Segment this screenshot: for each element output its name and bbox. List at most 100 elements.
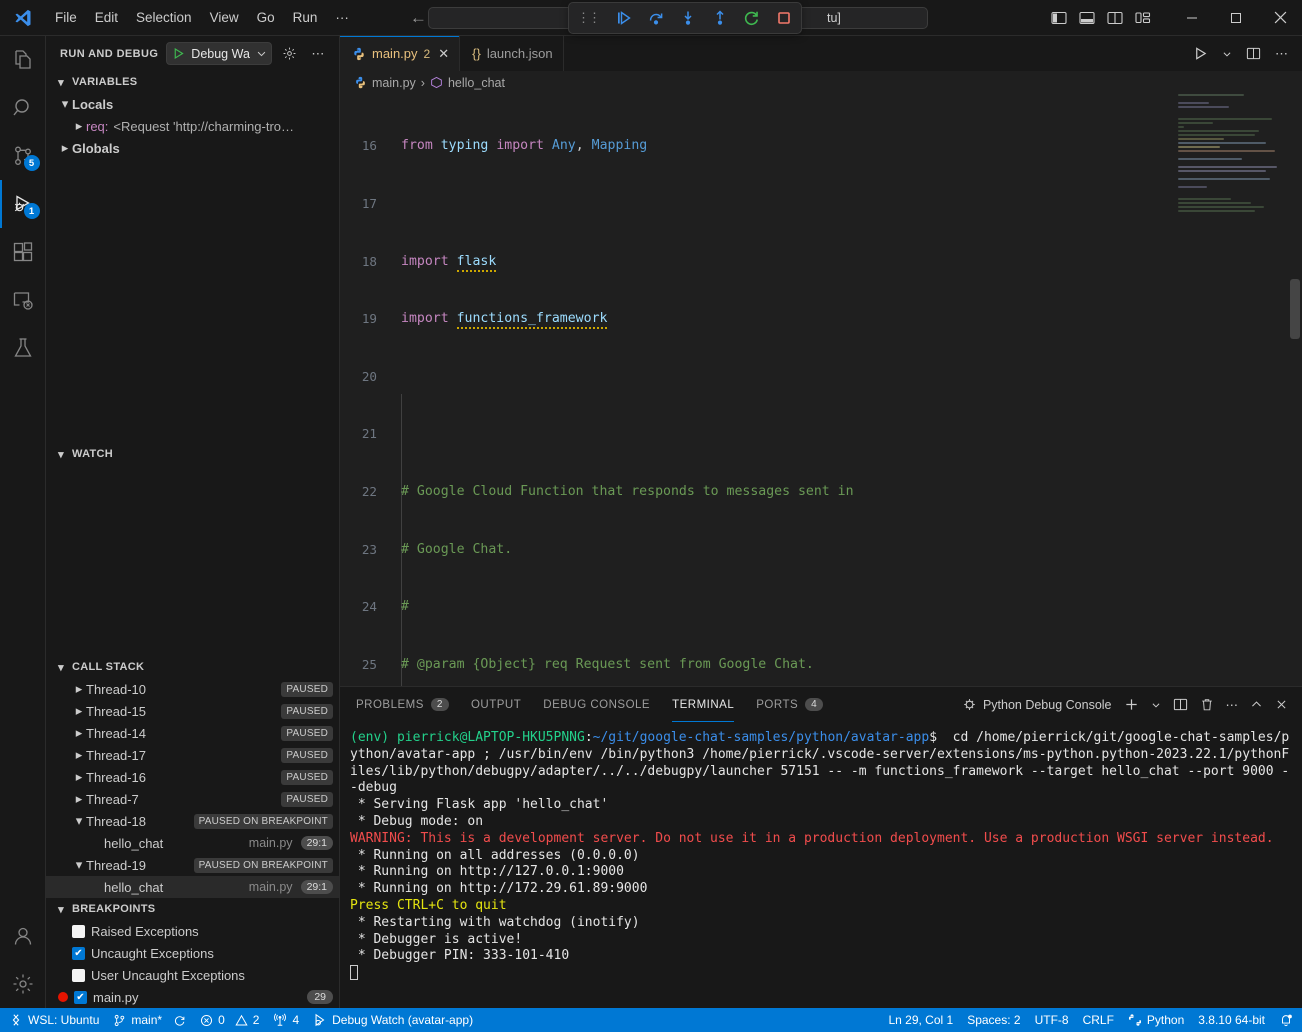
drag-handle-icon[interactable]: ⋮⋮ xyxy=(577,10,599,26)
step-over-button[interactable] xyxy=(646,9,665,28)
callstack-thread[interactable]: ▾ Thread-18 PAUSED ON BREAKPOINT xyxy=(46,810,339,832)
breakpoint-user-uncaught-exceptions[interactable]: User Uncaught Exceptions xyxy=(46,964,339,986)
status-problems[interactable]: 0 2 xyxy=(193,1008,266,1032)
minimize-button[interactable] xyxy=(1170,0,1214,35)
new-terminal-icon[interactable] xyxy=(1124,697,1139,712)
activity-extensions[interactable] xyxy=(0,228,46,276)
step-out-button[interactable] xyxy=(710,9,729,28)
open-launch-json-icon[interactable] xyxy=(280,44,300,64)
status-remote-indicator[interactable]: WSL: Ubuntu xyxy=(2,1008,106,1032)
status-cursor-position[interactable]: Ln 29, Col 1 xyxy=(881,1008,960,1032)
tab-ports[interactable]: PORTS 4 xyxy=(756,687,823,722)
tab-launch-json[interactable]: {} launch.json xyxy=(460,36,563,71)
callstack-thread[interactable]: ▸ Thread-16 PAUSED xyxy=(46,766,339,788)
checkbox-checked-icon[interactable]: ✔ xyxy=(74,991,87,1004)
customize-layout-icon[interactable] xyxy=(1135,10,1152,26)
panel-more-actions-icon[interactable]: ⋯ xyxy=(1226,697,1239,712)
run-python-file-icon[interactable] xyxy=(1193,46,1208,61)
breadcrumb-symbol[interactable]: hello_chat xyxy=(448,76,505,90)
activity-remote-explorer[interactable] xyxy=(0,276,46,324)
debug-configuration-dropdown[interactable]: Debug Wa xyxy=(166,42,272,65)
section-callstack-header[interactable]: ▾ CALL STACK xyxy=(46,656,339,678)
menu-go[interactable]: Go xyxy=(248,6,284,29)
activity-source-control[interactable]: 5 xyxy=(0,132,46,180)
callstack-thread[interactable]: ▸ Thread-14 PAUSED xyxy=(46,722,339,744)
active-terminal-name[interactable]: Python Debug Console xyxy=(962,697,1112,712)
menu-more[interactable]: ··· xyxy=(326,6,358,29)
status-debug-session[interactable]: Debug Watch (avatar-app) xyxy=(306,1008,480,1032)
terminal-dropdown-icon[interactable] xyxy=(1151,700,1161,710)
close-icon[interactable]: ✕ xyxy=(438,46,449,62)
callstack-thread[interactable]: ▸ Thread-10 PAUSED xyxy=(46,678,339,700)
status-eol[interactable]: CRLF xyxy=(1076,1008,1121,1032)
code-editor[interactable]: 16from typing import Any, Mapping 17 18i… xyxy=(340,94,1302,686)
menu-edit[interactable]: Edit xyxy=(86,6,127,29)
activity-run-and-debug[interactable]: 1 xyxy=(0,180,46,228)
close-window-button[interactable] xyxy=(1258,0,1302,35)
close-panel-icon[interactable] xyxy=(1275,698,1288,711)
callstack-thread[interactable]: ▸ Thread-7 PAUSED xyxy=(46,788,339,810)
menu-file[interactable]: File xyxy=(46,6,86,29)
callstack-thread[interactable]: ▾ Thread-19 PAUSED ON BREAKPOINT xyxy=(46,854,339,876)
breakpoint-raised-exceptions[interactable]: Raised Exceptions xyxy=(46,920,339,942)
menu-view[interactable]: View xyxy=(201,6,248,29)
watch-expressions-list[interactable] xyxy=(46,465,339,656)
restart-button[interactable] xyxy=(742,9,761,28)
step-into-button[interactable] xyxy=(678,9,697,28)
callstack-frame[interactable]: hello_chat main.py 29:1 xyxy=(46,832,339,854)
menu-selection[interactable]: Selection xyxy=(127,6,201,29)
status-indentation[interactable]: Spaces: 2 xyxy=(960,1008,1027,1032)
toggle-primary-sidebar-icon[interactable] xyxy=(1051,10,1067,26)
activity-testing[interactable] xyxy=(0,324,46,372)
code-content[interactable]: 16from typing import Any, Mapping 17 18i… xyxy=(340,94,1302,686)
maximize-button[interactable] xyxy=(1214,0,1258,35)
status-branch[interactable]: main* xyxy=(106,1008,193,1032)
activity-search[interactable] xyxy=(0,84,46,132)
menu-bar[interactable]: File Edit Selection View Go Run ··· xyxy=(46,6,358,29)
sidebar-more-actions-icon[interactable]: ⋯ xyxy=(308,44,328,64)
split-terminal-icon[interactable] xyxy=(1173,697,1188,712)
variables-scope-locals[interactable]: ▾ Locals xyxy=(46,93,339,115)
checkbox-unchecked-icon[interactable] xyxy=(72,969,85,982)
continue-button[interactable] xyxy=(614,9,633,28)
kill-terminal-icon[interactable] xyxy=(1200,698,1214,712)
status-interpreter[interactable]: 3.8.10 64-bit xyxy=(1191,1008,1272,1032)
breadcrumb-file[interactable]: main.py xyxy=(372,76,416,90)
activity-accounts[interactable] xyxy=(0,912,46,960)
tab-terminal[interactable]: TERMINAL xyxy=(672,687,734,722)
maximize-panel-icon[interactable] xyxy=(1250,698,1263,711)
go-back-icon[interactable]: ← xyxy=(410,9,427,26)
breakpoint-uncaught-exceptions[interactable]: ✔ Uncaught Exceptions xyxy=(46,942,339,964)
activity-explorer[interactable] xyxy=(0,36,46,84)
variable-req[interactable]: ▸ req: <Request 'http://charming-tro… xyxy=(46,115,339,137)
callstack-thread[interactable]: ▸ Thread-15 PAUSED xyxy=(46,700,339,722)
debug-toolbar[interactable]: ⋮⋮ xyxy=(568,2,802,34)
toggle-secondary-sidebar-icon[interactable] xyxy=(1107,10,1123,26)
sync-icon[interactable] xyxy=(173,1014,186,1027)
callstack-frame-selected[interactable]: hello_chat main.py 29:1 xyxy=(46,876,339,898)
callstack-thread[interactable]: ▸ Thread-17 PAUSED xyxy=(46,744,339,766)
tab-problems[interactable]: PROBLEMS 2 xyxy=(356,687,449,722)
status-encoding[interactable]: UTF-8 xyxy=(1028,1008,1076,1032)
run-dropdown-icon[interactable] xyxy=(1222,49,1232,59)
split-editor-icon[interactable] xyxy=(1246,46,1261,61)
status-language-mode[interactable]: Python xyxy=(1121,1008,1191,1032)
checkbox-unchecked-icon[interactable] xyxy=(72,925,85,938)
section-watch-header[interactable]: ▾ WATCH xyxy=(46,443,339,465)
status-notifications[interactable] xyxy=(1272,1008,1300,1032)
editor-more-actions-icon[interactable]: ⋯ xyxy=(1275,46,1288,62)
tab-main-py[interactable]: main.py 2 ✕ xyxy=(340,36,460,71)
menu-run[interactable]: Run xyxy=(284,6,327,29)
editor-scrollbar[interactable] xyxy=(1290,279,1300,339)
toggle-panel-icon[interactable] xyxy=(1079,10,1095,26)
terminal-output[interactable]: (env) pierrick@LAPTOP-HKU5PNNG:~/git/goo… xyxy=(340,722,1302,1008)
tab-output[interactable]: OUTPUT xyxy=(471,687,521,722)
breadcrumb[interactable]: main.py › hello_chat xyxy=(340,71,1302,94)
section-variables-header[interactable]: ▾ VARIABLES xyxy=(46,71,339,93)
tab-debug-console[interactable]: DEBUG CONSOLE xyxy=(543,687,650,722)
status-ports[interactable]: 4 xyxy=(266,1008,306,1032)
variables-scope-globals[interactable]: ▸ Globals xyxy=(46,137,339,159)
checkbox-checked-icon[interactable]: ✔ xyxy=(72,947,85,960)
activity-settings[interactable] xyxy=(0,960,46,1008)
breakpoint-main-py[interactable]: ✔ main.py 29 xyxy=(46,986,339,1008)
